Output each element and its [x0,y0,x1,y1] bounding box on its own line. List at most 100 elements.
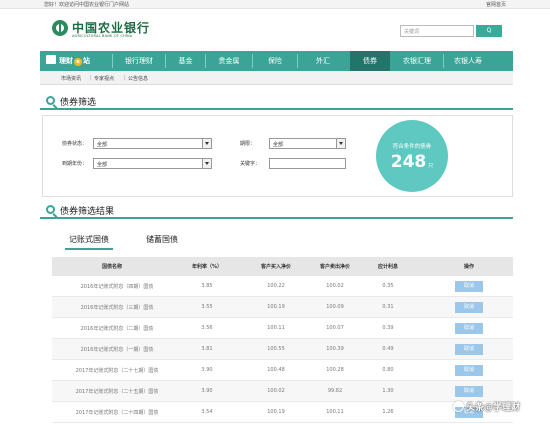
bond-type-tabs: 记账式国债 储蓄国债 [52,232,513,250]
top-bar: 您好！欢迎访问中国农业银行门户网站 官网首页 [0,0,550,9]
nav-logo-licai-e-zhan[interactable]: 理财 e 站 [46,55,90,67]
bond-name-cell: 2017年记账式附息（二十四期）国债 [75,410,159,416]
tab-savings-bonds[interactable]: 储蓄国债 [146,234,178,245]
search-input[interactable]: 关键词 [400,25,474,37]
buy-price-cell: 100.55 [267,346,285,352]
rate-cell: 3.85 [201,283,213,289]
rate-cell: 3.81 [201,346,213,352]
header-bond-name: 国债名称 [101,264,122,270]
nav-item-bonds[interactable]: 债券 [350,51,390,71]
row-action-button[interactable]: 取消 [455,323,483,334]
buy-price-cell: 100.19 [267,409,285,415]
results-section-header: 债券筛选结果 [40,202,513,219]
rate-cell: 3.55 [201,304,213,310]
bank-name-en: AGRICULTURAL BANK OF CHINA [72,34,133,38]
magnifier-icon [46,96,55,105]
bond-name-cell: 2016年记账式附息（三期）国债 [80,305,154,311]
nav-logo-text-2: 站 [83,57,90,65]
rate-cell: 3.90 [201,388,213,394]
sell-price-cell: 100.02 [326,283,344,289]
magnifier-icon [46,205,55,214]
nav-item-forex[interactable]: 外汇 [298,51,348,71]
search-button[interactable]: Q [476,25,502,37]
sell-price-cell: 100.28 [326,367,344,373]
result-count-unit: 只 [428,163,434,169]
keyword-label: 关键字： [240,161,261,167]
main-nav: 理财 e 站 银行理财 基金 贵金属 保险 外汇 债券 农银汇理 农银人寿 [40,51,513,71]
result-count-number: 248 [390,152,427,172]
nav-item-abc-life[interactable]: 农银人寿 [444,51,492,71]
header-sell-price: 客户卖出净价 [319,264,350,270]
table-row: 2017年记账式附息（二十七期）国债 3.90 100.48 100.28 0.80 取消 [52,360,513,381]
sub-nav: 市场资讯 | 专家视点 | 公告信息 [40,71,513,85]
term-select[interactable]: 全部 [269,138,346,149]
chevron-down-icon [336,139,345,148]
sell-price-cell: 100.09 [326,304,344,310]
bond-status-value: 全部 [97,142,108,148]
header-buy-price: 客户买入净价 [260,264,291,270]
bond-status-label: 债券状态： [62,141,88,147]
table-row: 2017年记账式附息（二十五期）国债 3.90 100.02 99.82 1.30 取消 [52,381,513,402]
chevron-down-icon [202,159,211,168]
buy-price-cell: 100.11 [267,325,285,331]
row-action-button[interactable]: 取消 [455,386,483,397]
e-icon: e [74,58,82,66]
subnav-market-news[interactable]: 市场资讯 [61,75,81,82]
maturity-year-select[interactable]: 全部 [93,158,212,169]
home-link[interactable]: 官网首页 [486,1,506,8]
keyword-input[interactable] [269,158,346,169]
sell-price-cell: 99.82 [327,388,343,394]
table-header: 国债名称 年利率（%） 客户买入净价 客户卖出净价 应计利息 操作 [52,257,513,276]
bond-name-cell: 2017年记账式附息（二十五期）国债 [75,389,159,395]
filter-section-title: 债券筛选 [60,98,97,108]
table-row: 2016年记账式附息（三期）国债 3.55 100.19 100.09 0.31 取消 [52,297,513,318]
table-row: 2016年记账式附息（四期）国债 3.85 100.22 100.02 0.35 取消 [52,276,513,297]
bond-name-cell: 2017年记账式附息（二十七期）国债 [75,368,159,374]
term-value: 全部 [273,142,284,148]
watermark-text: 头条@学理财 [466,403,521,413]
nav-item-bank-wealth[interactable]: 银行理财 [113,51,165,71]
bond-name-cell: 2016年记账式附息（二期）国债 [80,326,154,332]
greeting-text: 您好！欢迎访问中国农业银行门户网站 [44,2,130,8]
nav-item-abc-huili[interactable]: 农银汇理 [391,51,443,71]
results-section-title: 债券筛选结果 [60,207,115,217]
sell-price-cell: 100.39 [326,346,344,352]
nav-item-insurance[interactable]: 保险 [253,51,297,71]
accrued-interest-cell: 0.31 [382,304,394,310]
bond-status-select[interactable]: 全部 [93,138,212,149]
row-action-button[interactable]: 取消 [455,281,483,292]
row-action-button[interactable]: 取消 [455,302,483,313]
sell-price-cell: 100.07 [326,325,344,331]
buy-price-cell: 100.02 [267,388,285,394]
bond-name-cell: 2016年记账式附息（四期）国债 [80,284,154,290]
folder-icon [46,55,56,64]
result-count-value: 248 只 [376,152,448,172]
header-rate: 年利率（%） [191,264,222,270]
rate-cell: 3.54 [201,409,213,415]
header-accrued-interest: 应计利息 [377,264,398,270]
nav-item-fund[interactable]: 基金 [166,51,205,71]
rate-cell: 3.56 [201,325,213,331]
accrued-interest-cell: 1.30 [382,388,394,394]
abc-logo-icon[interactable] [52,20,68,36]
row-action-button[interactable]: 取消 [455,344,483,355]
sell-price-cell: 100.11 [326,409,344,415]
row-action-button[interactable]: 取消 [455,365,483,376]
subnav-announcements[interactable]: 公告信息 [128,75,148,82]
buy-price-cell: 100.19 [267,304,285,310]
nav-item-precious-metal[interactable]: 贵金属 [206,51,252,71]
subnav-expert-view[interactable]: 专家视点 [94,75,114,82]
bond-name-cell: 2016年记账式附息（一期）国债 [80,347,154,353]
accrued-interest-cell: 1.26 [382,409,394,415]
accrued-interest-cell: 0.39 [382,325,394,331]
buy-price-cell: 100.22 [267,283,285,289]
table-row: 2017年记账式附息（二十四期）国债 3.54 100.19 100.11 1.26 取消 [52,402,513,423]
tab-book-entry-bonds[interactable]: 记账式国债 [65,234,113,250]
maturity-year-value: 全部 [97,162,108,168]
table-row: 2016年记账式附息（二期）国债 3.56 100.11 100.07 0.39 取消 [52,318,513,339]
accrued-interest-cell: 0.35 [382,283,394,289]
header-action: 操作 [463,264,474,270]
chevron-down-icon [202,139,211,148]
rate-cell: 3.90 [201,367,213,373]
buy-price-cell: 100.48 [267,367,285,373]
